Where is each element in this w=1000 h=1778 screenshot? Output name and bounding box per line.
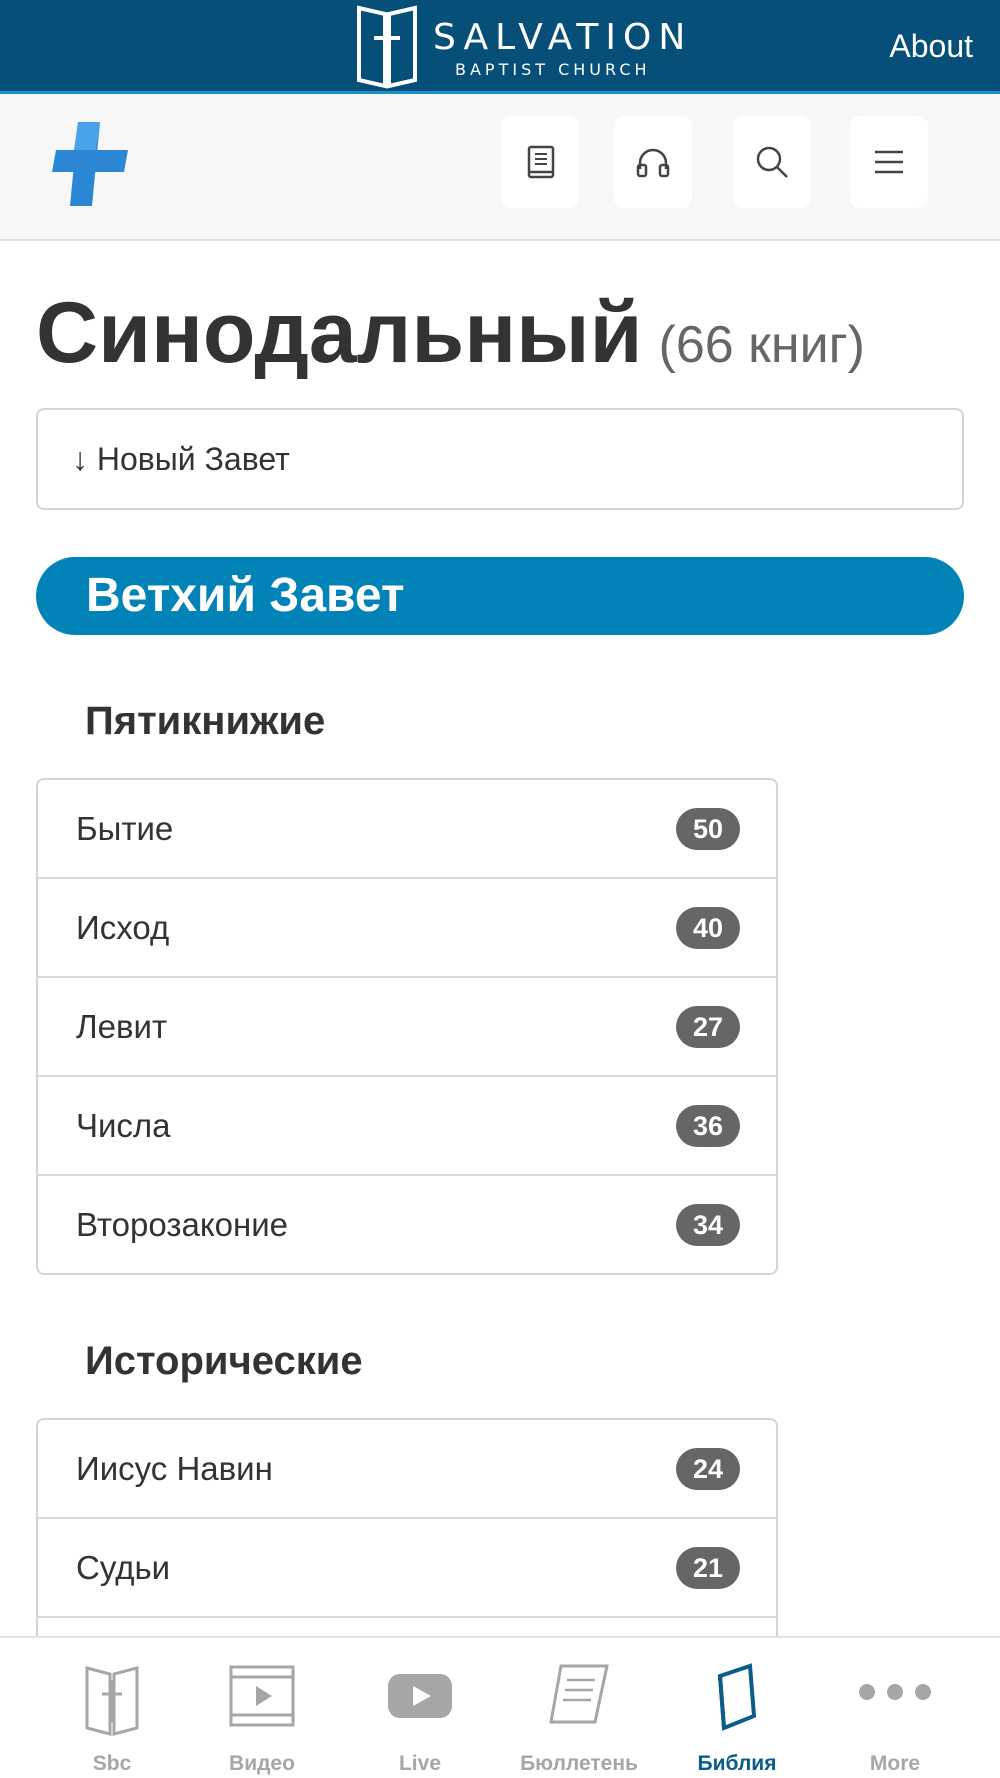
headphones-icon — [636, 148, 670, 178]
bible-button[interactable] — [501, 116, 579, 208]
book-name: Левит — [76, 1008, 168, 1045]
translation-name: Синодальный — [36, 285, 643, 381]
more-dots-icon — [859, 1684, 931, 1700]
book-name: Исход — [76, 909, 170, 946]
chapter-count-badge: 50 — [676, 808, 740, 850]
open-book-cross-icon — [85, 1666, 139, 1736]
tab-label: Бюллетень — [520, 1752, 638, 1775]
book-row[interactable]: Бытие 50 — [38, 780, 776, 879]
brand-name: SALVATION — [433, 17, 693, 58]
church-logo[interactable]: SALVATION BAPTIST CHURCH — [354, 2, 685, 92]
search-button[interactable] — [733, 116, 811, 208]
bottom-tab-bar: Sbc Видео Live Бюллетень Библия More — [0, 1636, 1000, 1778]
site-header — [0, 94, 1000, 241]
chapter-count-badge: 34 — [676, 1204, 740, 1246]
chapter-count-badge: 27 — [676, 1006, 740, 1048]
book-row[interactable]: Второзаконие 34 — [38, 1176, 776, 1273]
scroll-icon — [549, 1664, 609, 1724]
tab-bible[interactable]: Библия — [657, 1638, 817, 1778]
tab-label: Sbc — [92, 1752, 132, 1775]
section-heading: Исторические — [85, 1339, 363, 1383]
testament-heading: Ветхий Завет — [36, 557, 964, 635]
menu-button[interactable] — [850, 116, 928, 208]
section-heading: Пятикнижие — [85, 699, 326, 743]
tab-label: Live — [398, 1752, 442, 1775]
tab-live[interactable]: Live — [340, 1638, 500, 1778]
about-link[interactable]: About — [889, 28, 973, 65]
tab-label: Видео — [229, 1752, 295, 1775]
bible-icon — [717, 1663, 757, 1731]
tab-video[interactable]: Видео — [182, 1638, 342, 1778]
tab-more[interactable]: More — [815, 1638, 975, 1778]
menu-icon — [875, 150, 903, 174]
brand-bar: SALVATION BAPTIST CHURCH About — [0, 0, 1000, 94]
book-name: Числа — [76, 1107, 171, 1144]
jump-to-new-testament-link[interactable]: ↓ Новый Завет — [36, 408, 964, 510]
tab-sbc[interactable]: Sbc — [32, 1638, 192, 1778]
book-name: Бытие — [76, 810, 174, 847]
book-name: Иисус Навин — [76, 1450, 273, 1487]
chapter-count-badge: 36 — [676, 1105, 740, 1147]
book-row[interactable]: Числа 36 — [38, 1077, 776, 1176]
book-row[interactable]: Иисус Навин 24 — [38, 1420, 776, 1519]
chapter-count-badge: 40 — [676, 907, 740, 949]
cross-logo-icon — [52, 122, 128, 206]
book-row[interactable]: Судьи 21 — [38, 1519, 776, 1618]
book-icon — [527, 145, 555, 179]
tab-label: More — [869, 1752, 921, 1775]
book-row[interactable]: Исход 40 — [38, 879, 776, 978]
youtube-play-icon — [388, 1674, 452, 1718]
film-icon — [229, 1665, 295, 1727]
site-logo[interactable] — [52, 120, 130, 210]
page-title: Синодальный (66 книг) — [36, 290, 865, 376]
tab-bulletin[interactable]: Бюллетень — [499, 1638, 659, 1778]
open-book-cross-icon — [357, 5, 417, 89]
book-count: (66 книг) — [658, 316, 865, 374]
brand-subname: BAPTIST CHURCH — [455, 60, 651, 79]
search-icon — [756, 146, 788, 178]
chapter-count-badge: 24 — [676, 1448, 740, 1490]
book-row[interactable]: Левит 27 — [38, 978, 776, 1077]
chapter-count-badge: 21 — [676, 1547, 740, 1589]
audio-button[interactable] — [614, 116, 692, 208]
book-name: Второзаконие — [76, 1206, 289, 1243]
book-list: Бытие 50 Исход 40 Левит 27 Числа 36 Втор… — [36, 778, 778, 1275]
tab-label: Библия — [697, 1752, 777, 1775]
book-name: Судьи — [76, 1549, 171, 1586]
